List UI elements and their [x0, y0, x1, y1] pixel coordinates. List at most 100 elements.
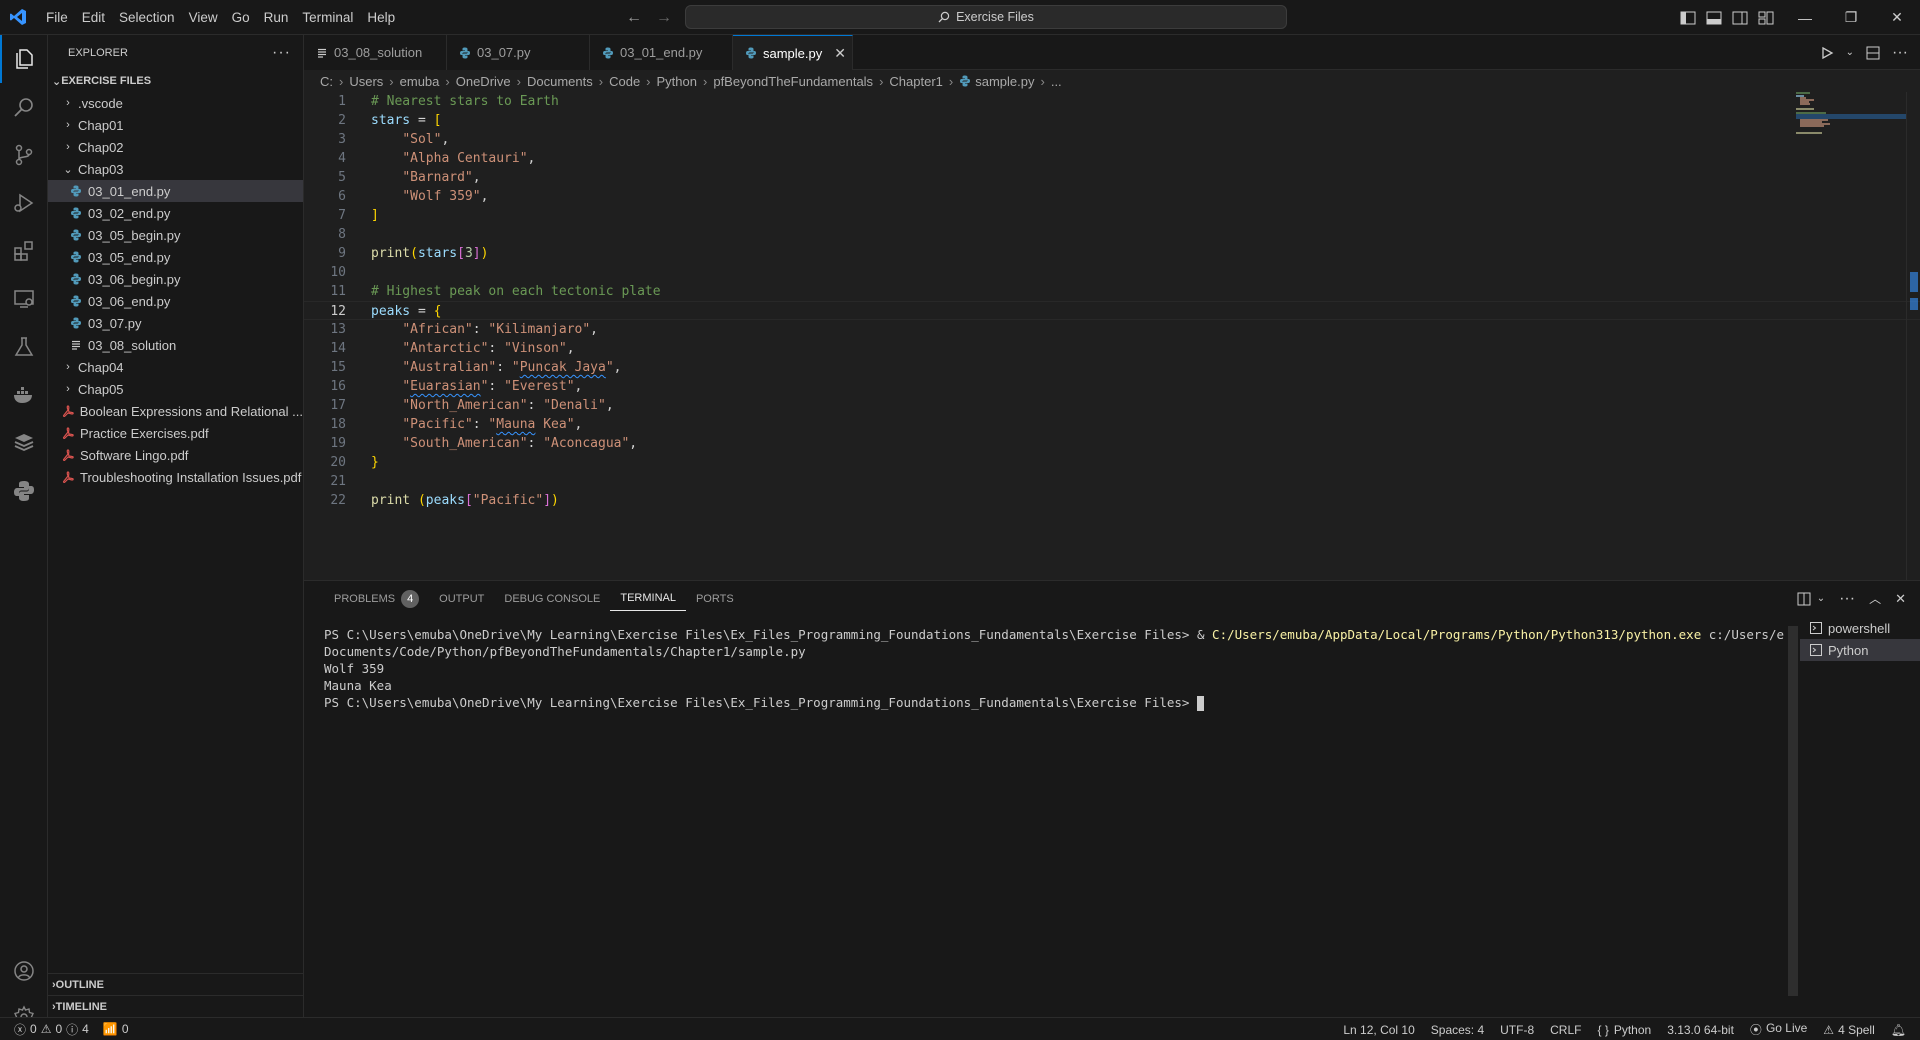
breadcrumb-item[interactable]: Users — [349, 74, 383, 89]
file-item[interactable]: Troubleshooting Installation Issues.pdf — [48, 466, 303, 488]
editor-tab[interactable]: sample.py ✕ — [733, 35, 853, 70]
breadcrumb-item[interactable]: Code — [609, 74, 640, 89]
menu-go[interactable]: Go — [225, 0, 257, 35]
explorer-icon[interactable] — [0, 35, 48, 83]
breadcrumb-item[interactable]: Python — [657, 74, 697, 89]
file-item[interactable]: 03_06_begin.py — [48, 268, 303, 290]
run-python-file-icon[interactable] — [1820, 46, 1834, 60]
menu-run[interactable]: Run — [257, 0, 296, 35]
terminal-instance[interactable]: Python — [1800, 639, 1920, 661]
command-center-search[interactable]: Exercise Files — [685, 5, 1287, 29]
folder-item[interactable]: › Chap01 — [48, 114, 303, 136]
maximize-panel-icon[interactable]: ︿ — [1869, 590, 1881, 607]
problems-status[interactable]: ⓧ 0 ⚠ 0 ⓘ 4 — [14, 1021, 89, 1038]
breadcrumb-item[interactable]: Chapter1 — [889, 74, 942, 89]
file-item[interactable]: Practice Exercises.pdf — [48, 422, 303, 444]
terminal-instance[interactable]: powershell — [1800, 617, 1920, 639]
accounts-icon[interactable] — [0, 947, 48, 995]
editor-scrollbar[interactable] — [1906, 92, 1920, 580]
line-text: print (peaks["Pacific"]) — [371, 493, 559, 508]
more-actions-icon[interactable]: ··· — [272, 44, 291, 62]
language-mode[interactable]: { } Python — [1597, 1023, 1651, 1037]
minimap[interactable] — [1796, 92, 1906, 152]
database-stack-icon[interactable] — [0, 419, 48, 467]
panel-tab-output[interactable]: OUTPUT — [429, 581, 494, 616]
run-debug-icon[interactable] — [0, 179, 48, 227]
code-editor[interactable]: 1 # Nearest stars to Earth 2 stars = [3 "So… — [304, 92, 1920, 510]
split-terminal-icon[interactable] — [1797, 592, 1811, 606]
customize-layout-icon[interactable] — [1758, 11, 1774, 25]
menu-file[interactable]: File — [39, 0, 75, 35]
more-actions-icon[interactable]: ··· — [1892, 44, 1908, 62]
terminal-scrollbar[interactable] — [1788, 626, 1798, 996]
split-editor-icon[interactable] — [1866, 46, 1880, 60]
file-item[interactable]: 03_05_begin.py — [48, 224, 303, 246]
menu-edit[interactable]: Edit — [75, 0, 112, 35]
file-item[interactable]: 03_07.py — [48, 312, 303, 334]
breadcrumb-item[interactable]: sample.py — [975, 74, 1034, 89]
minimize-icon[interactable]: — — [1782, 0, 1828, 35]
outline-section[interactable]: › OUTLINE — [48, 973, 303, 995]
end-of-line[interactable]: CRLF — [1550, 1023, 1581, 1037]
menu-selection[interactable]: Selection — [112, 0, 182, 35]
panel-tab-terminal[interactable]: TERMINAL — [610, 587, 686, 611]
toggle-primary-sidebar-icon[interactable] — [1680, 11, 1696, 25]
file-item[interactable]: 03_06_end.py — [48, 290, 303, 312]
close-panel-icon[interactable]: ✕ — [1895, 591, 1906, 607]
source-control-icon[interactable] — [0, 131, 48, 179]
encoding[interactable]: UTF-8 — [1500, 1023, 1534, 1037]
more-actions-icon[interactable]: ··· — [1839, 590, 1855, 608]
folder-item[interactable]: › Chap04 — [48, 356, 303, 378]
breadcrumb-item[interactable]: pfBeyondTheFundamentals — [713, 74, 873, 89]
cursor-position[interactable]: Ln 12, Col 10 — [1343, 1023, 1414, 1037]
breadcrumb-item[interactable]: OneDrive — [456, 74, 511, 89]
notifications-bell-icon[interactable]: 🔔︎ — [1891, 1023, 1906, 1037]
forward-arrow-icon[interactable]: → — [656, 9, 672, 27]
file-item[interactable]: 03_02_end.py — [48, 202, 303, 224]
editor-tab[interactable]: 03_01_end.py — [590, 35, 733, 70]
breadcrumb-item[interactable]: Documents — [527, 74, 593, 89]
search-icon[interactable] — [0, 83, 48, 131]
chevron-down-icon[interactable]: ⌄ — [1817, 593, 1825, 604]
python-icon[interactable] — [0, 467, 48, 515]
indentation[interactable]: Spaces: 4 — [1431, 1023, 1484, 1037]
spell-check[interactable]: ⚠ 4 Spell — [1823, 1023, 1874, 1037]
folder-item[interactable]: › Chap05 — [48, 378, 303, 400]
panel-tab-debug-console[interactable]: DEBUG CONSOLE — [494, 581, 610, 616]
menu-view[interactable]: View — [182, 0, 225, 35]
testing-icon[interactable] — [0, 323, 48, 371]
toggle-panel-icon[interactable] — [1706, 11, 1722, 25]
toggle-secondary-sidebar-icon[interactable] — [1732, 11, 1748, 25]
python-interpreter[interactable]: 3.13.0 64-bit — [1667, 1023, 1734, 1037]
breadcrumb-item[interactable]: C: — [320, 74, 333, 89]
close-window-icon[interactable]: ✕ — [1874, 0, 1920, 35]
restore-icon[interactable]: ❐ — [1828, 0, 1874, 35]
breadcrumb-item[interactable]: emuba — [400, 74, 440, 89]
file-item[interactable]: 03_08_solution — [48, 334, 303, 356]
workspace-root[interactable]: ⌄ EXERCISE FILES — [48, 70, 303, 92]
folder-item[interactable]: ⌄ Chap03 — [48, 158, 303, 180]
breadcrumb-item[interactable]: ... — [1051, 74, 1062, 89]
folder-item[interactable]: › .vscode — [48, 92, 303, 114]
docker-icon[interactable] — [0, 371, 48, 419]
file-item[interactable]: Boolean Expressions and Relational ... — [48, 400, 303, 422]
remote-explorer-icon[interactable] — [0, 275, 48, 323]
back-arrow-icon[interactable]: ← — [626, 9, 642, 27]
menu-help[interactable]: Help — [360, 0, 402, 35]
extensions-icon[interactable] — [0, 227, 48, 275]
panel-tab-ports[interactable]: PORTS — [686, 581, 744, 616]
panel-tab-problems[interactable]: PROBLEMS 4 — [324, 581, 429, 616]
ports-status[interactable]: 📶 0 — [103, 1022, 129, 1036]
editor-tab[interactable]: 03_08_solution — [304, 35, 447, 70]
file-item[interactable]: 03_01_end.py — [48, 180, 303, 202]
terminal-output[interactable]: PS C:\Users\emuba\OneDrive\My Learning\E… — [324, 626, 1784, 711]
file-item[interactable]: Software Lingo.pdf — [48, 444, 303, 466]
folder-item[interactable]: › Chap02 — [48, 136, 303, 158]
editor-tab[interactable]: 03_07.py — [447, 35, 590, 70]
go-live[interactable]: ⦿ Go Live — [1750, 1021, 1807, 1038]
menu-terminal[interactable]: Terminal — [295, 0, 360, 35]
close-tab-icon[interactable]: ✕ — [834, 45, 846, 62]
chevron-down-icon[interactable]: ⌄ — [1846, 47, 1854, 58]
file-item[interactable]: 03_05_end.py — [48, 246, 303, 268]
timeline-section[interactable]: › TIMELINE — [48, 995, 303, 1017]
